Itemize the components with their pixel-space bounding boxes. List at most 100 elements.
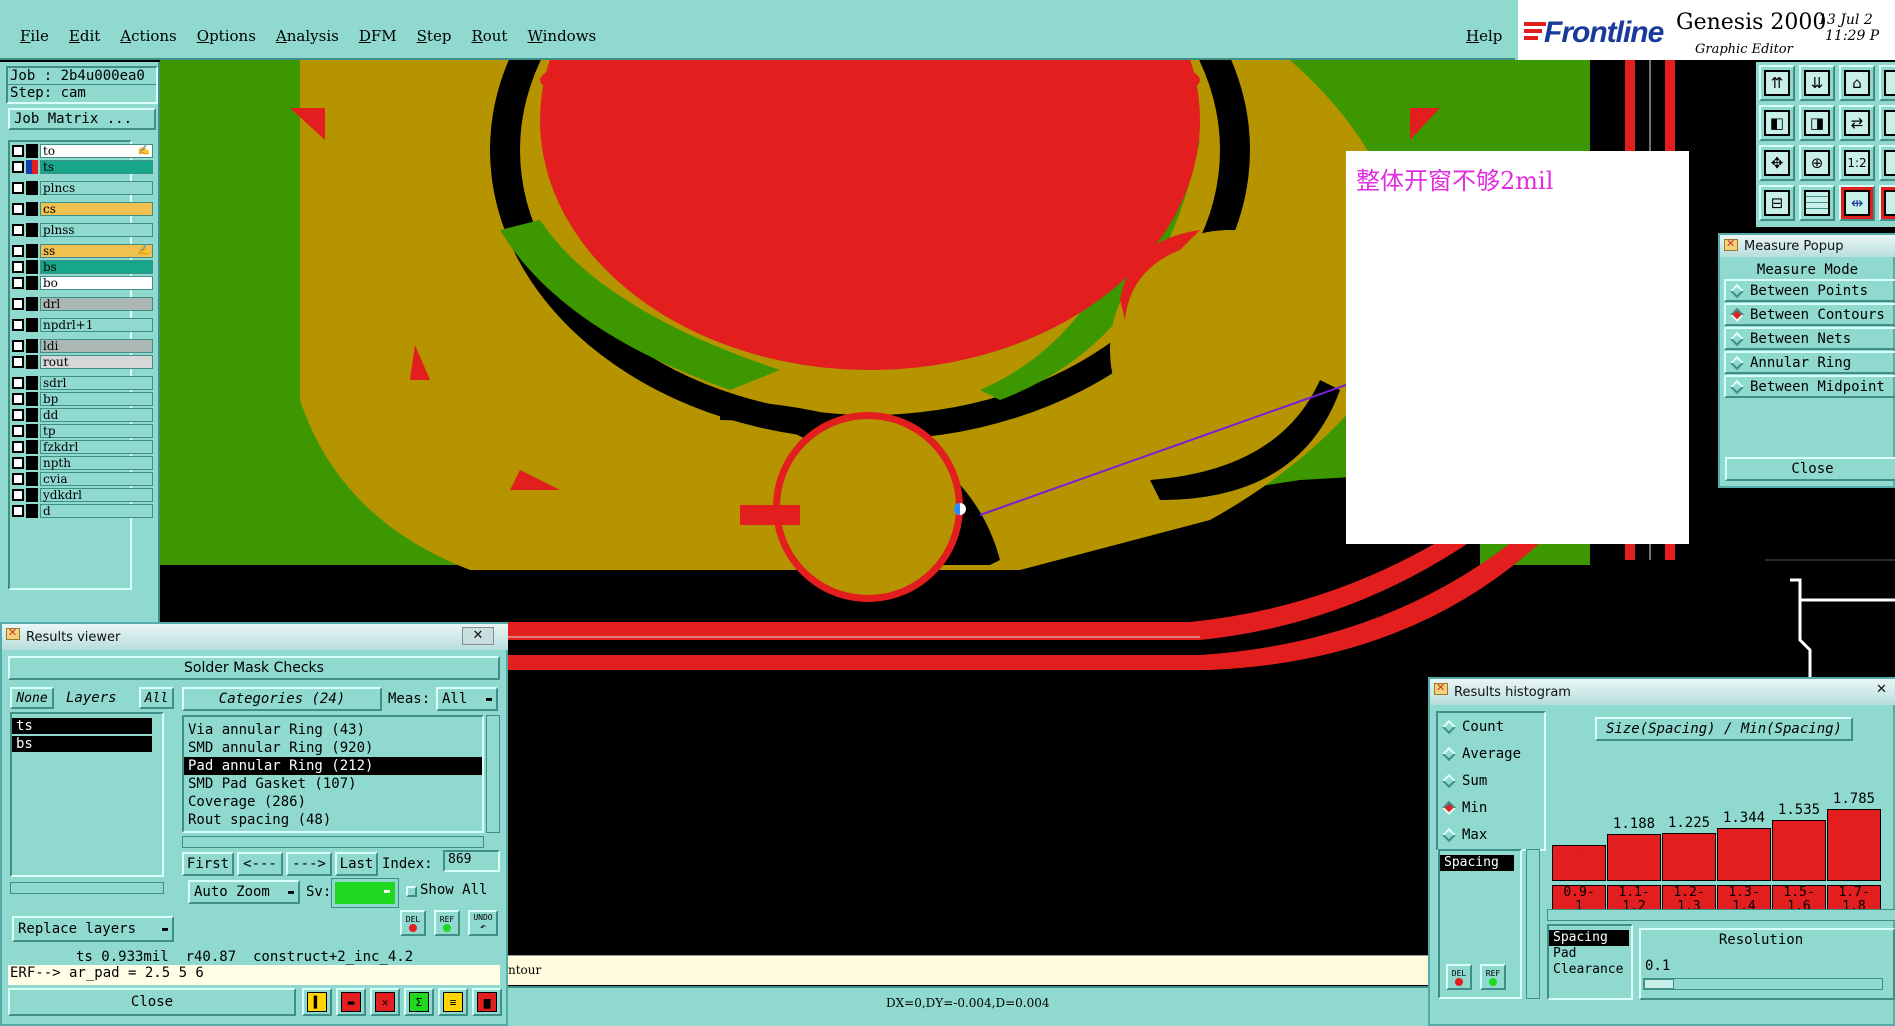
layer-checkbox[interactable] — [12, 182, 24, 194]
histogram-bar[interactable] — [1662, 832, 1716, 881]
layer-row-ts[interactable]: ts — [12, 160, 153, 174]
layer-name[interactable]: drl — [40, 297, 153, 311]
index-input[interactable]: 869 — [443, 850, 500, 872]
layer-checkbox[interactable] — [12, 224, 24, 236]
layer-color-swatch[interactable] — [26, 456, 38, 470]
report-icon[interactable]: ≡ — [438, 988, 468, 1016]
categories-vscroll[interactable] — [486, 715, 500, 833]
layer-checkbox[interactable] — [12, 393, 24, 405]
category-item[interactable]: Coverage (286) — [184, 793, 482, 811]
layers-hscroll[interactable] — [10, 882, 164, 894]
zoom-out-tool-icon[interactable]: ⇊ — [1799, 65, 1835, 101]
layer-checkbox[interactable] — [12, 145, 24, 157]
layer-color-swatch[interactable] — [26, 424, 38, 438]
categories-button[interactable]: Categories (24) — [182, 687, 382, 711]
layer-row-ydkdrl[interactable]: ydkdrl — [12, 488, 153, 502]
results-close-button[interactable]: Close — [8, 988, 296, 1016]
histogram-bar[interactable] — [1772, 819, 1826, 881]
hist-ref-button[interactable]: REF — [1480, 964, 1506, 990]
replace-layers-dropdown[interactable]: Replace layers ▬ — [12, 916, 174, 942]
menu-options[interactable]: Options — [197, 27, 256, 45]
menu-windows[interactable]: Windows — [527, 27, 596, 45]
attr-item-clearance[interactable]: Clearance — [1549, 962, 1631, 978]
delete-icon[interactable]: ▬ — [336, 988, 366, 1016]
close-icon[interactable]: ✕ — [1876, 682, 1894, 700]
histogram-bar[interactable] — [1717, 827, 1771, 881]
extra4-tool-icon[interactable] — [1879, 185, 1895, 221]
layer-checkbox[interactable] — [12, 245, 24, 257]
last-button[interactable]: Last — [335, 852, 378, 876]
layer-name[interactable]: cs — [40, 202, 153, 216]
layer-checkbox[interactable] — [12, 298, 24, 310]
layer-name[interactable]: ss ✍ — [40, 244, 153, 258]
layer-name[interactable]: ts — [40, 160, 153, 174]
filter-icon[interactable]: Σ — [404, 988, 434, 1016]
layer-color-swatch[interactable] — [26, 376, 38, 390]
layer-row-rout[interactable]: rout — [12, 355, 153, 369]
layer-row-d[interactable]: d — [12, 504, 153, 518]
menu-actions[interactable]: Actions — [120, 27, 176, 45]
scale-tool-icon[interactable]: 1:2 — [1839, 145, 1875, 181]
menu-step[interactable]: Step — [417, 27, 452, 45]
center-tool-icon[interactable]: ⊕ — [1799, 145, 1835, 181]
layer-row-dd[interactable]: dd — [12, 408, 153, 422]
fit-tool-icon[interactable]: ✥ — [1759, 145, 1795, 181]
histogram-titlebar[interactable]: Results histogram ✕ — [1430, 679, 1895, 705]
layer-row-sdrl[interactable]: sdrl — [12, 376, 153, 390]
layer-name[interactable]: bo — [40, 276, 153, 290]
layer-color-swatch[interactable] — [26, 392, 38, 406]
clear-icon[interactable]: ✕ — [370, 988, 400, 1016]
layer-color-swatch[interactable] — [26, 260, 38, 274]
layer-row-npdrl+1[interactable]: npdrl+1 — [12, 318, 153, 332]
stat-option-count[interactable]: Count — [1441, 719, 1504, 735]
ref-button[interactable]: REF — [434, 910, 460, 936]
extra3-tool-icon[interactable] — [1879, 145, 1895, 181]
layer-row-ss[interactable]: ss ✍ — [12, 244, 153, 258]
layer-item-ts[interactable]: ts — [12, 718, 152, 734]
menu-edit[interactable]: Edit — [69, 27, 100, 45]
layer-color-swatch[interactable] — [26, 297, 38, 311]
measure-option-between-midpoint[interactable]: Between Midpoint — [1724, 375, 1895, 398]
histogram-icon[interactable]: ▆ — [472, 988, 502, 1016]
layer-name[interactable]: to ✍ — [40, 144, 153, 158]
layer-row-cvia[interactable]: cvia — [12, 472, 153, 486]
job-matrix-button[interactable]: Job Matrix ... — [8, 108, 156, 130]
histogram-list-item-spacing[interactable]: Spacing — [1440, 855, 1514, 871]
layer-name[interactable]: plncs — [40, 181, 153, 195]
layer-name[interactable]: npth — [40, 456, 153, 470]
layer-color-swatch[interactable] — [26, 440, 38, 454]
layer-color-swatch[interactable] — [26, 504, 38, 518]
layer-name[interactable]: plnss — [40, 223, 153, 237]
layer-color-swatch[interactable] — [26, 488, 38, 502]
layer-color-swatch[interactable] — [26, 160, 38, 174]
results-viewer-titlebar[interactable]: Results viewer ✕ — [2, 624, 508, 650]
layer-name[interactable]: bs — [40, 260, 153, 274]
layer-checkbox[interactable] — [12, 505, 24, 517]
layers-listbox[interactable]: ts bs — [10, 712, 164, 877]
measure-option-between-points[interactable]: Between Points — [1724, 279, 1895, 302]
layer-color-swatch[interactable] — [26, 408, 38, 422]
layer-color-swatch[interactable] — [26, 202, 38, 216]
category-item[interactable]: Rout spacing (48) — [184, 811, 482, 829]
snap-tool-icon[interactable]: ⊟ — [1759, 185, 1795, 221]
measure-option-annular-ring[interactable]: Annular Ring — [1724, 351, 1895, 374]
layer-row-plncs[interactable]: plncs — [12, 181, 153, 195]
layer-checkbox[interactable] — [12, 356, 24, 368]
layer-row-to[interactable]: to ✍ — [12, 144, 153, 158]
layer-item-bs[interactable]: bs — [12, 736, 152, 752]
measure-option-between-nets[interactable]: Between Nets — [1724, 327, 1895, 350]
layer-name[interactable]: tp — [40, 424, 153, 438]
layer-row-drl[interactable]: drl — [12, 297, 153, 311]
sv-color-dropdown[interactable]: ▬ — [331, 878, 399, 908]
attr-item-pad[interactable]: Pad — [1549, 946, 1631, 962]
stat-option-sum[interactable]: Sum — [1441, 773, 1487, 789]
layer-checkbox[interactable] — [12, 203, 24, 215]
layer-color-swatch[interactable] — [26, 355, 38, 369]
layer-row-fzkdrl[interactable]: fzkdrl — [12, 440, 153, 454]
close-icon[interactable]: ✕ — [462, 627, 494, 645]
undo-button[interactable]: UNDO ↶ — [468, 910, 498, 936]
menu-help[interactable]: Help — [1466, 27, 1502, 45]
histogram-list-vscroll[interactable] — [1526, 849, 1540, 999]
attr-list[interactable]: Spacing Pad Clearance — [1547, 924, 1633, 1000]
layer-color-swatch[interactable] — [26, 318, 38, 332]
